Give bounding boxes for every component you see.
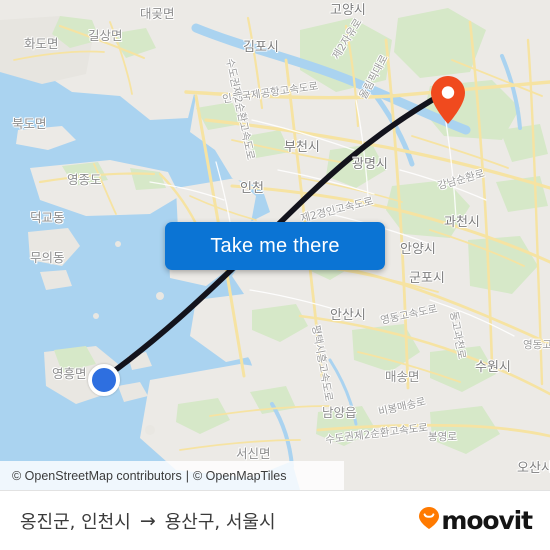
moovit-pin-icon bbox=[418, 506, 440, 535]
destination-marker[interactable] bbox=[428, 74, 468, 126]
moovit-map-card: 대곶면 고양시 화도면 길상면 김포시 제2자유로 올림픽대로 인천국제공항고속도로 북도면 수도… bbox=[0, 0, 550, 550]
route-destination: 용산구, 서울시 bbox=[164, 511, 276, 533]
attribution-osm[interactable]: © OpenStreetMap contributors bbox=[12, 469, 182, 483]
attribution-tiles[interactable]: © OpenMapTiles bbox=[193, 469, 287, 483]
map-attribution: © OpenStreetMap contributors | © OpenMap… bbox=[0, 461, 344, 490]
map-canvas[interactable]: 대곶면 고양시 화도면 길상면 김포시 제2자유로 올림픽대로 인천국제공항고속도로 북도면 수도… bbox=[0, 0, 550, 490]
origin-marker[interactable] bbox=[88, 364, 120, 396]
route-summary: 옹진군, 인천시 → 용산구, 서울시 bbox=[20, 508, 276, 534]
moovit-wordmark: moovit bbox=[441, 506, 533, 535]
moovit-logo[interactable]: moovit bbox=[418, 506, 533, 535]
take-me-there-button[interactable]: Take me there bbox=[165, 222, 385, 270]
route-origin: 옹진군, 인천시 bbox=[20, 511, 131, 533]
footer-bar: 옹진군, 인천시 → 용산구, 서울시 moovit bbox=[0, 490, 550, 550]
attribution-separator: | bbox=[185, 468, 189, 483]
arrow-right-icon: → bbox=[139, 509, 156, 532]
